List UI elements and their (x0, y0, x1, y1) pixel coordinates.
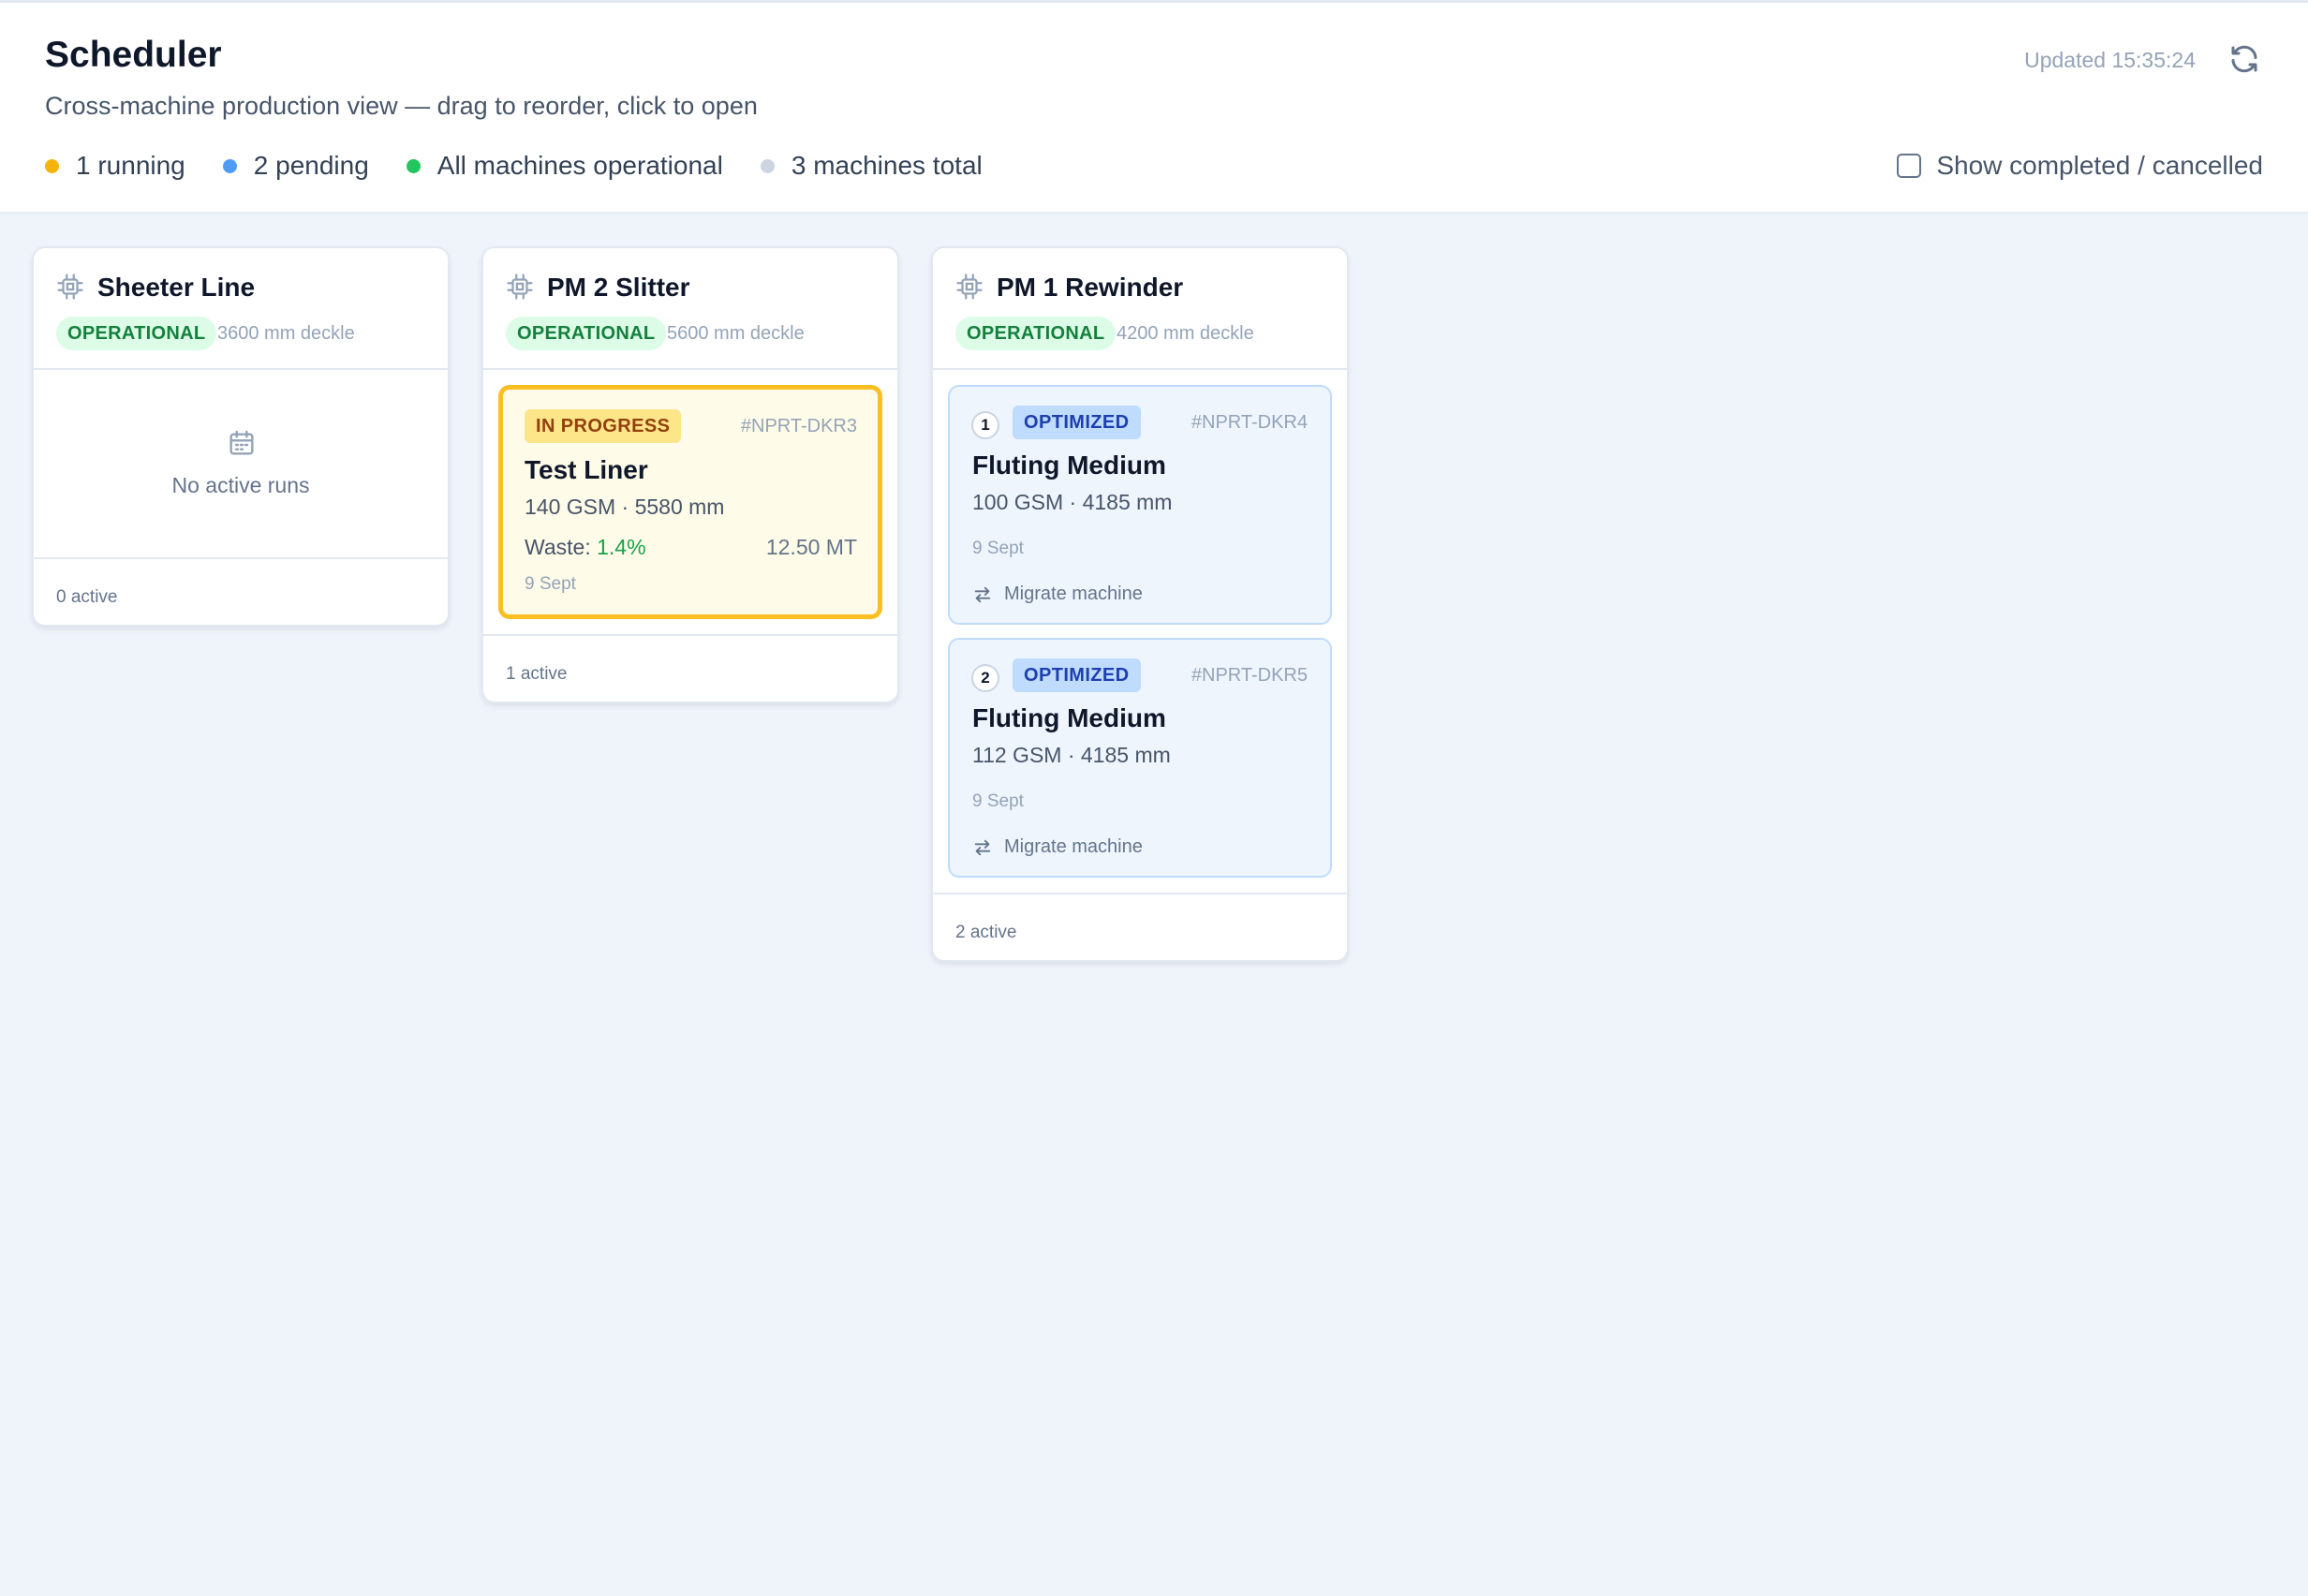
stat-running-label: 1 running (76, 151, 185, 180)
run-card[interactable]: 2 OPTIMIZED #NPRT-DKR5 Fluting Medium 11… (948, 638, 1332, 878)
migrate-label: Migrate machine (1004, 584, 1143, 604)
run-product: Fluting Medium (972, 703, 1166, 732)
sequence-number: 2 (971, 664, 999, 692)
swap-arrows-icon (974, 839, 991, 855)
run-date: 9 Sept (972, 539, 1024, 558)
run-status-badge: IN PROGRESS (525, 409, 682, 443)
updated-timestamp: Updated 15:35:24 (2024, 48, 2196, 72)
refresh-icon[interactable] (2227, 42, 2261, 76)
run-date: 9 Sept (525, 574, 576, 594)
migrate-label: Migrate machine (1004, 836, 1143, 857)
run-code: #NPRT-DKR3 (740, 416, 857, 436)
run-code: #NPRT-DKR5 (1191, 665, 1308, 686)
page-subtitle: Cross-machine production view — drag to … (45, 92, 758, 120)
machine-status-badge: OPERATIONAL (506, 317, 667, 350)
machine-name: Sheeter Line (97, 273, 256, 302)
show-completed-toggle[interactable]: Show completed / cancelled (1897, 151, 2263, 181)
show-completed-checkbox[interactable] (1897, 154, 1922, 178)
active-count: 2 active (955, 923, 1017, 942)
status-summary: 1 running 2 pending All machines operati… (45, 151, 1020, 181)
active-count: 1 active (506, 664, 568, 684)
stat-running: 1 running (45, 151, 185, 181)
sequence-number: 1 (971, 411, 999, 439)
run-card[interactable]: IN PROGRESS #NPRT-DKR3 Test Liner 140 GS… (498, 385, 882, 619)
machine-header: Sheeter Line OPERATIONAL 3600 mm deckle (34, 248, 448, 370)
run-card[interactable]: 1 OPTIMIZED #NPRT-DKR4 Fluting Medium 10… (948, 385, 1332, 625)
migrate-machine-button[interactable]: Migrate machine (972, 584, 1143, 605)
run-product: Fluting Medium (972, 451, 1166, 480)
machine-status-badge: OPERATIONAL (56, 317, 217, 350)
machine-footer: 2 active (933, 893, 1347, 960)
waste-label: Waste: (525, 535, 591, 559)
machine-header: PM 2 Slitter OPERATIONAL 5600 mm deckle (483, 248, 897, 370)
stat-pending: 2 pending (222, 151, 369, 181)
run-product: Test Liner (525, 455, 648, 484)
machine-status-badge: OPERATIONAL (955, 317, 1117, 350)
swap-arrows-icon (974, 586, 991, 602)
machine-footer: 1 active (483, 634, 897, 702)
page-title: Scheduler (45, 35, 222, 75)
run-spec: 112 GSM · 4185 mm (972, 743, 1171, 767)
empty-state: No active runs (34, 370, 448, 557)
run-status-badge: OPTIMIZED (1013, 406, 1141, 439)
machine-column-pm2-slitter: PM 2 Slitter OPERATIONAL 5600 mm deckle … (481, 246, 899, 703)
machine-header: PM 1 Rewinder OPERATIONAL 4200 mm deckle (933, 248, 1347, 370)
active-count: 0 active (56, 587, 118, 607)
waste-value: 1.4% (597, 535, 646, 559)
pending-dot (222, 158, 237, 173)
chip-icon (57, 273, 83, 300)
run-date: 9 Sept (972, 791, 1024, 811)
machine-column-sheeter-line: Sheeter Line OPERATIONAL 3600 mm deckle … (32, 246, 450, 627)
machine-footer: 0 active (34, 557, 448, 625)
stat-total: 3 machines total (760, 151, 983, 181)
run-list: 1 OPTIMIZED #NPRT-DKR4 Fluting Medium 10… (933, 370, 1347, 893)
chip-icon (956, 273, 983, 300)
stat-pending-label: 2 pending (253, 151, 369, 180)
run-waste: Waste: 1.4% (525, 535, 646, 560)
machine-deckle: 4200 mm deckle (1117, 323, 1254, 344)
run-spec: 140 GSM · 5580 mm (525, 495, 725, 519)
run-spec: 100 GSM · 4185 mm (972, 490, 1173, 514)
operational-dot (406, 158, 421, 173)
total-dot (760, 158, 775, 173)
run-tonnage: 12.50 MT (765, 535, 857, 559)
machine-name: PM 1 Rewinder (997, 273, 1184, 302)
calendar-icon (229, 430, 254, 455)
machine-column-pm1-rewinder: PM 1 Rewinder OPERATIONAL 4200 mm deckle… (931, 246, 1349, 962)
machine-deckle: 3600 mm deckle (217, 323, 355, 344)
empty-state-text: No active runs (171, 473, 310, 497)
machine-name: PM 2 Slitter (547, 273, 690, 302)
run-code: #NPRT-DKR4 (1191, 412, 1308, 433)
run-list: IN PROGRESS #NPRT-DKR3 Test Liner 140 GS… (483, 370, 897, 634)
chip-icon (507, 273, 533, 300)
show-completed-label: Show completed / cancelled (1936, 151, 2263, 180)
migrate-machine-button[interactable]: Migrate machine (972, 836, 1143, 858)
stat-operational: All machines operational (406, 151, 723, 181)
machine-deckle: 5600 mm deckle (667, 323, 805, 344)
stat-operational-label: All machines operational (436, 151, 723, 180)
running-dot (45, 158, 59, 173)
stat-total-label: 3 machines total (791, 151, 983, 180)
scheduler-header: Scheduler Cross-machine production view … (0, 3, 2308, 214)
run-status-badge: OPTIMIZED (1013, 658, 1141, 692)
